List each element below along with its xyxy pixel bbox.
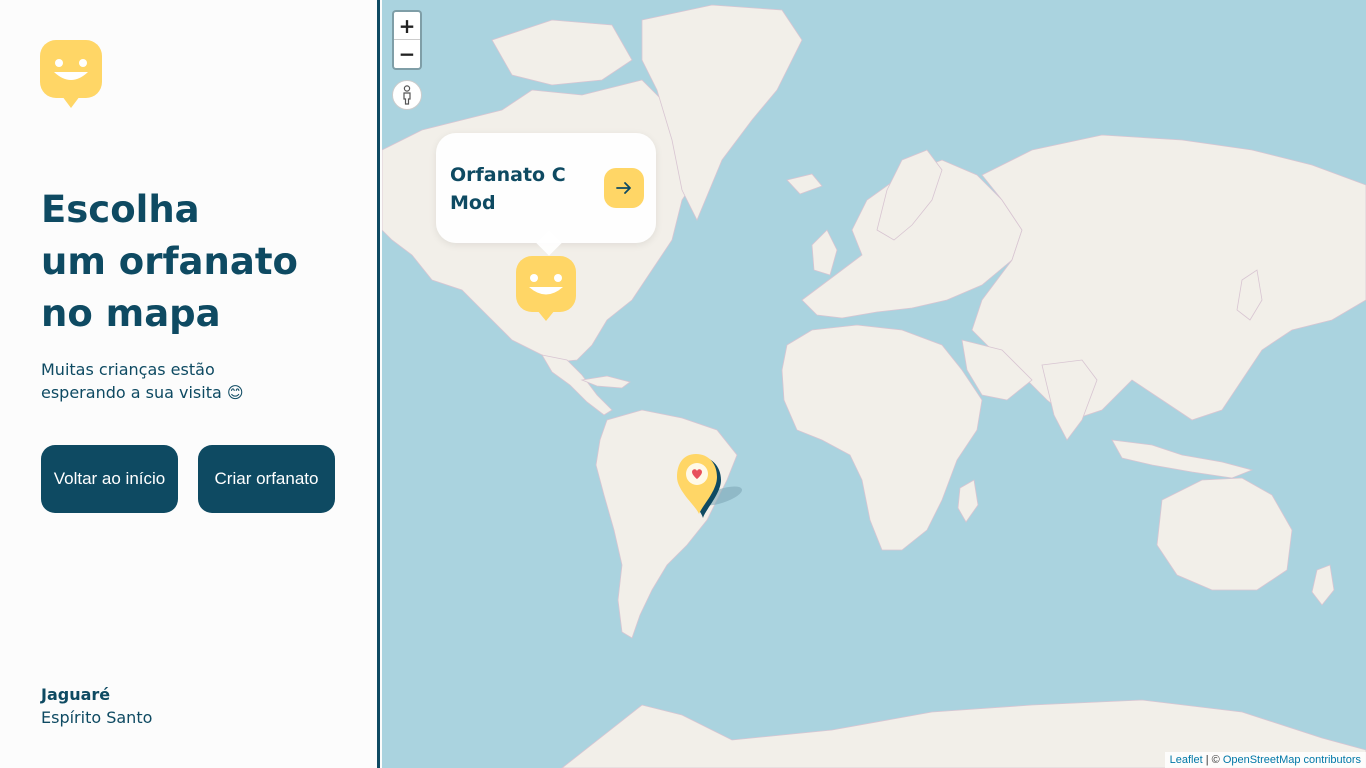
land-iceland: [786, 173, 823, 195]
map[interactable]: + − Orfanato C Mod Leaflet | © OpenStree…: [382, 0, 1366, 768]
location-state: Espírito Santo: [41, 708, 153, 727]
land-india: [1041, 359, 1098, 441]
land-africa: [781, 324, 983, 551]
world-map-tiles[interactable]: [382, 0, 1366, 768]
popup-open-button[interactable]: [604, 168, 644, 208]
subtitle-line: esperando a sua visita 😊: [41, 383, 244, 402]
back-home-button[interactable]: Voltar ao início: [41, 445, 178, 513]
subtitle-line: Muitas crianças estão: [41, 360, 215, 379]
land-arctic-islands: [491, 19, 633, 86]
smile-logo-icon: [40, 40, 102, 108]
land-madagascar: [957, 479, 979, 523]
map-attribution: Leaflet | © OpenStreetMap contributors: [1164, 752, 1366, 768]
create-orphanage-button[interactable]: Criar orfanato: [198, 445, 335, 513]
attribution-separator: | ©: [1202, 754, 1223, 766]
pegman-icon: [403, 85, 411, 105]
zoom-in-icon[interactable]: +: [394, 12, 420, 40]
popup-name-line: Orfanato C: [450, 164, 566, 186]
headline-line: no mapa: [41, 292, 221, 335]
land-new-zealand: [1311, 564, 1335, 606]
subtitle: Muitas crianças estão esperando a sua vi…: [41, 358, 341, 404]
land-asia: [971, 134, 1366, 421]
headline-line: Escolha: [41, 188, 200, 231]
land-indonesia: [1111, 439, 1254, 479]
page-title: Escolha um orfanato no mapa: [41, 184, 361, 340]
location-pin-icon[interactable]: [675, 452, 750, 524]
location-info: Jaguaré Espírito Santo: [41, 683, 152, 729]
sidebar: Escolha um orfanato no mapa Muitas crian…: [0, 0, 380, 768]
popup-name-line: Mod: [450, 192, 496, 214]
land-uk: [811, 229, 838, 276]
leaflet-link[interactable]: Leaflet: [1170, 754, 1203, 766]
osm-link[interactable]: OpenStreetMap contributors: [1223, 754, 1361, 766]
arrow-right-icon: [616, 182, 631, 194]
orphanage-marker-icon[interactable]: [516, 256, 576, 322]
pegman-button[interactable]: [392, 80, 422, 110]
land-australia: [1156, 477, 1293, 591]
location-city: Jaguaré: [41, 685, 111, 704]
orphanage-popup[interactable]: Orfanato C Mod: [436, 133, 656, 256]
zoom-out-icon[interactable]: −: [394, 40, 420, 68]
popup-orphanage-name: Orfanato C Mod: [450, 161, 600, 217]
headline-line: um orfanato: [41, 240, 298, 283]
land-south-america: [595, 409, 738, 639]
zoom-control: + −: [392, 10, 422, 70]
